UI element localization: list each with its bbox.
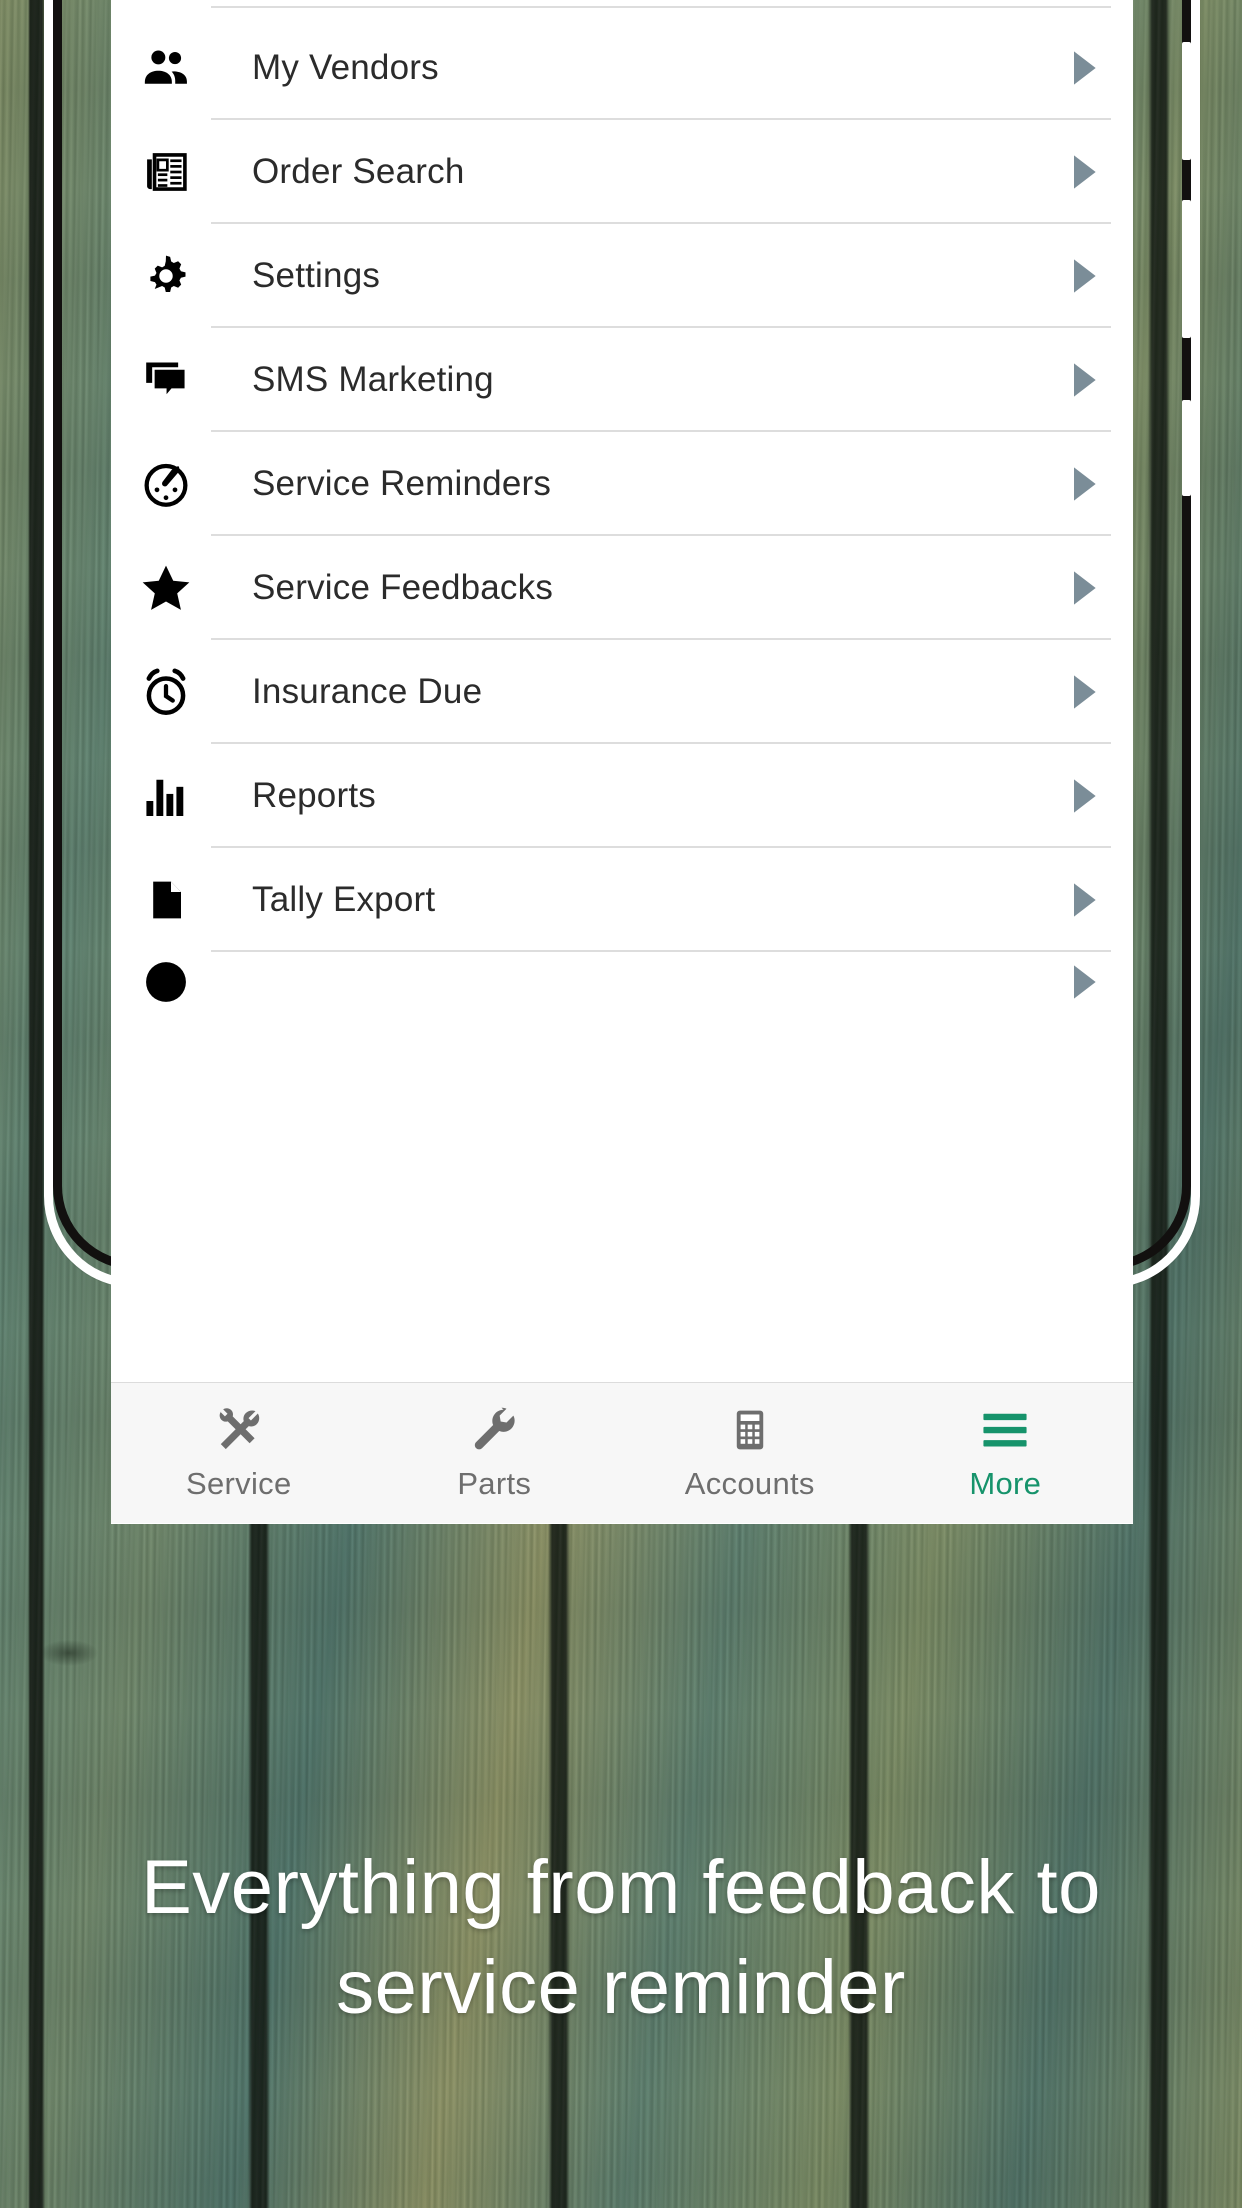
bottom-tab-bar: Service Parts Accounts More [111, 1382, 1133, 1523]
chat-bubble-icon [116, 353, 216, 407]
promo-caption: Everything from feedback to service remi… [0, 1850, 1242, 2026]
menu-item-label: Settings [252, 256, 381, 295]
people-icon [116, 41, 216, 95]
chevron-right-icon [1035, 776, 1133, 816]
chevron-right-icon [1035, 568, 1133, 608]
star-icon [116, 560, 216, 616]
chevron-right-icon [1035, 48, 1133, 88]
menu-item-label: My Vendors [252, 48, 439, 87]
menu-item-label: Reports [252, 776, 376, 815]
menu-item-insurance-due[interactable]: Insurance Due [111, 640, 1133, 744]
menu-item-label: Service Reminders [252, 464, 552, 503]
menu-item-partial-next[interactable] [111, 952, 1133, 1012]
phone-screen: My Vendors Order Search Settings SMS Mar… [111, 0, 1133, 1524]
tab-parts[interactable]: Parts [367, 1404, 623, 1502]
tab-service[interactable]: Service [111, 1404, 367, 1502]
chevron-right-icon [1035, 464, 1133, 504]
chevron-right-icon [1035, 360, 1133, 400]
menu-item-reports[interactable]: Reports [111, 744, 1133, 848]
more-menu-list: My Vendors Order Search Settings SMS Mar… [111, 0, 1133, 1012]
menu-item-settings[interactable]: Settings [111, 224, 1133, 328]
chevron-right-icon [1035, 962, 1133, 1002]
menu-item-service-reminders[interactable]: Service Reminders [111, 432, 1133, 536]
menu-item-my-vendors[interactable]: My Vendors [111, 16, 1133, 120]
gear-icon [116, 250, 216, 302]
menu-item-service-feedbacks[interactable]: Service Feedbacks [111, 536, 1133, 640]
document-icon [116, 872, 216, 928]
hamburger-icon [978, 1404, 1032, 1456]
tab-accounts[interactable]: Accounts [622, 1404, 878, 1502]
circle-icon [116, 956, 216, 1008]
volume-down-button[interactable] [1182, 200, 1191, 338]
tab-label: More [969, 1466, 1042, 1501]
chevron-right-icon [1035, 256, 1133, 296]
menu-item-label: Service Feedbacks [252, 568, 554, 607]
chevron-right-icon [1035, 672, 1133, 712]
menu-item-label: Insurance Due [252, 672, 483, 711]
tab-label: Service [186, 1466, 292, 1501]
volume-up-button[interactable] [1182, 42, 1191, 160]
tab-label: Accounts [684, 1466, 815, 1501]
wood-knot-secondary [40, 1640, 98, 1666]
menu-item-sms-marketing[interactable]: SMS Marketing [111, 328, 1133, 432]
tab-more[interactable]: More [878, 1404, 1134, 1502]
chevron-right-icon [1035, 152, 1133, 192]
menu-item-order-search[interactable]: Order Search [111, 120, 1133, 224]
tools-icon [213, 1404, 265, 1456]
caption-line-1: Everything from feedback to [141, 1845, 1101, 1930]
calculator-icon [727, 1404, 773, 1456]
speedometer-icon [116, 457, 216, 511]
power-button[interactable] [1182, 400, 1191, 496]
menu-separator-top [211, 6, 1111, 8]
alarm-clock-icon [116, 665, 216, 719]
menu-item-tally-export[interactable]: Tally Export [111, 848, 1133, 952]
newspaper-icon [116, 145, 216, 199]
menu-item-label: Order Search [252, 152, 465, 191]
wrench-icon [469, 1404, 519, 1456]
menu-item-label: Tally Export [252, 880, 436, 919]
tab-label: Parts [457, 1466, 532, 1501]
menu-item-label: SMS Marketing [252, 360, 494, 399]
chevron-right-icon [1035, 880, 1133, 920]
caption-line-2: service reminder [336, 1945, 906, 2030]
bar-chart-icon [116, 769, 216, 823]
